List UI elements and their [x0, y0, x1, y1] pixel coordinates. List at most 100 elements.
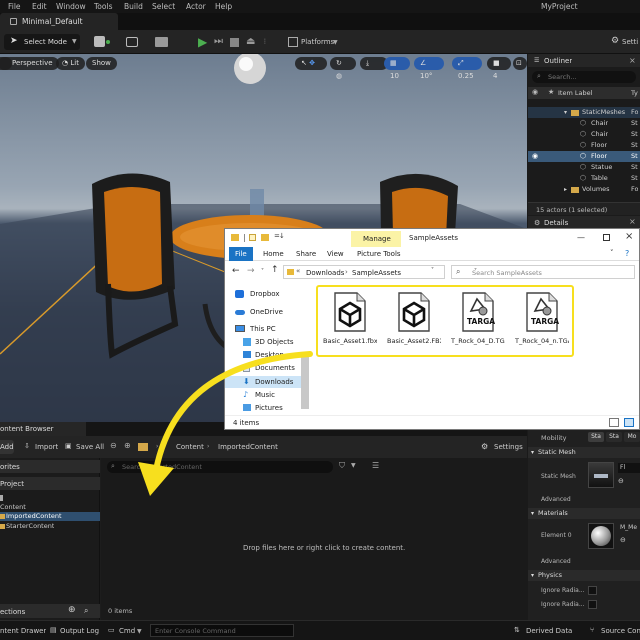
menu-file[interactable]: File — [8, 2, 21, 11]
menu-select[interactable]: Select — [152, 2, 175, 11]
content-drawer-button[interactable]: ntent Drawer — [0, 627, 46, 635]
mobility-movable-button[interactable]: Mo — [624, 432, 640, 442]
large-icons-view-icon[interactable] — [624, 418, 634, 427]
pin-icon[interactable]: ★ — [548, 88, 554, 96]
back-icon[interactable]: ⊖ — [110, 441, 117, 450]
add-actor-icon[interactable] — [94, 36, 105, 47]
tree-starter[interactable]: StarterContent — [6, 522, 54, 530]
outliner-search-input[interactable]: ⌕ Search... — [532, 71, 636, 83]
outliner-row-selected[interactable]: ◉ ⬡ Floor St — [528, 151, 640, 162]
ignore-radial-impulse-checkbox[interactable] — [588, 586, 597, 595]
outliner-row[interactable]: ⬡ Chair St — [528, 129, 640, 140]
menu-actor[interactable]: Actor — [186, 2, 206, 11]
address-bar[interactable]: « Downloads › SampleAssets ˅ — [283, 265, 477, 279]
project-header[interactable]: Project — [0, 477, 100, 490]
up-arrow-icon[interactable]: ↑ — [271, 265, 279, 275]
nav-item[interactable]: This PC — [233, 324, 307, 335]
physics-section[interactable]: ▾ Physics — [528, 570, 640, 581]
add-button[interactable]: Add — [0, 440, 14, 454]
details-view-icon[interactable] — [609, 418, 619, 427]
level-tab[interactable]: Minimal_Default — [0, 13, 118, 30]
menu-tools[interactable]: Tools — [94, 2, 112, 11]
outliner-row[interactable]: ⬡ Table St — [528, 173, 640, 184]
console-input[interactable]: Enter Console Command — [150, 624, 294, 637]
platforms-button[interactable]: Platforms — [301, 38, 334, 46]
file-item[interactable]: TARGA T_Rock_04_n.TGA — [515, 289, 569, 353]
ribbon-tab-view[interactable]: View — [327, 250, 344, 258]
outliner-row[interactable]: ⬡ Floor St — [528, 140, 640, 151]
ribbon-tab-share[interactable]: Share — [296, 250, 316, 258]
menu-edit[interactable]: Edit — [32, 2, 47, 11]
search-icon[interactable]: ⌕ — [84, 606, 88, 616]
file-item[interactable]: TARGA T_Rock_04_D.TGA — [451, 289, 505, 353]
advanced-toggle-materials[interactable]: Advanced — [541, 558, 571, 565]
minimize-icon[interactable]: — — [577, 233, 585, 242]
outliner-row[interactable]: ⬡ Chair St — [528, 118, 640, 129]
eye-icon[interactable]: ◉ — [532, 88, 538, 96]
recent-dropdown-icon[interactable]: ˅ — [261, 268, 264, 275]
materials-section[interactable]: ▾ Materials — [528, 508, 640, 519]
import-button[interactable]: Import — [35, 443, 58, 451]
nav-item[interactable]: OneDrive — [233, 307, 307, 318]
new-folder-icon[interactable] — [261, 234, 269, 241]
save-all-button[interactable]: Save All — [76, 443, 104, 451]
transform-tools[interactable]: ↖ ✥ — [295, 57, 327, 70]
settings-button[interactable]: Setti — [622, 38, 638, 46]
outliner-row[interactable]: ▾ StaticMeshes Fo — [528, 107, 640, 118]
file-item[interactable]: Basic_Asset2.FBX — [387, 289, 441, 353]
mobility-stationary-button[interactable]: Sta — [606, 432, 622, 442]
use-selected-icon[interactable]: ⊖ — [618, 477, 624, 485]
cinematics-icon[interactable] — [155, 37, 168, 47]
nav-item[interactable]: Dropbox — [233, 289, 307, 300]
close-icon[interactable]: × — [629, 217, 636, 226]
properties-icon[interactable] — [249, 234, 256, 241]
coord-tools[interactable]: ↻ ◍ — [330, 57, 356, 80]
content-browser-tab[interactable]: ontent Browser — [0, 422, 86, 436]
maximize-icon[interactable] — [603, 234, 610, 241]
address-dropdown-icon[interactable]: ˅ — [431, 267, 434, 274]
rotation-snap-button[interactable]: ∠ 10° — [414, 57, 444, 80]
static-mesh-dropdown[interactable]: Fl — [618, 463, 640, 473]
close-icon[interactable]: × — [625, 231, 633, 242]
grid-snap-button[interactable]: ▦ 10 — [384, 57, 410, 80]
ribbon-tab-picture-tools[interactable]: Picture Tools — [357, 250, 401, 258]
cb-settings-button[interactable]: Settings — [494, 443, 523, 451]
file-item[interactable]: Basic_Asset1.fbx — [323, 289, 377, 353]
eye-icon[interactable]: ◉ — [532, 151, 538, 162]
forward-arrow-icon[interactable]: → — [247, 266, 255, 276]
tree-imported-selected[interactable]: ImportedContent — [0, 512, 100, 521]
menu-help[interactable]: Help — [215, 2, 232, 11]
use-selected-icon[interactable]: ⊖ — [620, 536, 626, 544]
help-icon[interactable]: ? — [625, 249, 629, 258]
address-sampleassets[interactable]: SampleAssets — [352, 269, 401, 277]
play-options-icon[interactable]: ⋮ — [262, 38, 268, 45]
step-icon[interactable]: ⏭ — [214, 36, 223, 47]
menu-window[interactable]: Window — [56, 2, 86, 11]
scale-snap-button[interactable]: ⤢ 0.25 — [452, 57, 482, 80]
output-log-button[interactable]: Output Log — [60, 627, 99, 635]
maximize-viewport-button[interactable]: ⊡ — [513, 57, 527, 70]
blueprint-icon[interactable] — [126, 37, 138, 47]
back-arrow-icon[interactable]: ← — [232, 266, 240, 276]
play-icon[interactable]: ▶ — [198, 35, 207, 49]
explorer-search-input[interactable]: ⌕ Search SampleAssets — [451, 265, 635, 279]
tree-content[interactable]: Content — [0, 503, 26, 511]
close-icon[interactable]: × — [629, 56, 636, 65]
address-downloads[interactable]: Downloads — [306, 269, 344, 277]
manage-tab[interactable]: Manage — [351, 231, 401, 247]
favorites-header[interactable]: orites — [0, 460, 100, 473]
collections-header[interactable]: ections ⊕ ⌕ — [0, 604, 100, 618]
perspective-button[interactable]: Perspective — [0, 57, 59, 70]
outliner-row[interactable]: ▸ Volumes Fo — [528, 184, 640, 195]
mobility-static-button[interactable]: Sta — [588, 432, 604, 442]
ignore-radial-force-checkbox[interactable] — [588, 600, 597, 609]
ribbon-tab-file[interactable]: File — [229, 247, 253, 261]
eject-icon[interactable]: ⏏ — [246, 36, 255, 47]
ribbon-tab-home[interactable]: Home — [263, 250, 284, 258]
select-mode-button[interactable]: ➤ Select Mode ▼ — [4, 34, 80, 50]
stop-icon[interactable] — [230, 38, 239, 47]
source-control-button[interactable]: Source Cont — [601, 627, 640, 635]
menu-icon[interactable]: ☰ — [372, 461, 379, 470]
material-dropdown[interactable]: M_Me — [620, 524, 640, 531]
advanced-toggle[interactable]: Advanced — [541, 496, 571, 503]
